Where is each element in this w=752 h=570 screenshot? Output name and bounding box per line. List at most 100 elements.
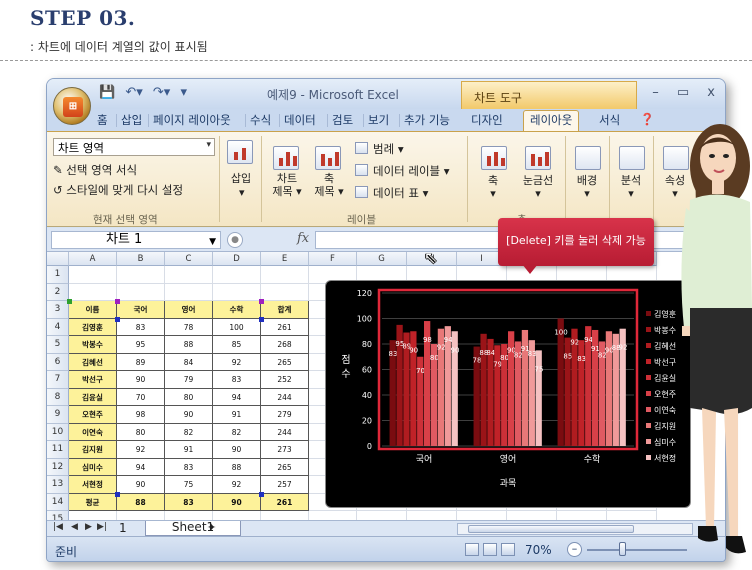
row-header[interactable]: 4 (47, 318, 69, 336)
table-cell[interactable]: 265 (261, 353, 309, 371)
range-selection-handle[interactable] (259, 316, 264, 322)
column-header[interactable]: E (261, 252, 309, 266)
row-header[interactable]: 2 (47, 283, 69, 301)
table-cell[interactable]: 김지원 (69, 441, 117, 459)
customize-qat-icon[interactable]: ▾ (180, 85, 187, 100)
table-cell[interactable]: 91 (165, 441, 213, 459)
insert-button[interactable]: 삽입 (225, 170, 257, 186)
grid-cell[interactable] (117, 283, 165, 301)
table-cell[interactable]: 88 (213, 458, 261, 476)
row-header[interactable]: 8 (47, 388, 69, 406)
table-cell[interactable]: 261 (261, 318, 309, 336)
table-cell[interactable]: 257 (261, 476, 309, 494)
table-cell[interactable]: 서현정 (69, 476, 117, 494)
table-cell[interactable]: 261 (261, 493, 309, 511)
table-header-cell[interactable]: 영어 (165, 301, 213, 319)
row-header[interactable]: 12 (47, 458, 69, 476)
table-cell[interactable]: 100 (213, 318, 261, 336)
tab-addins[interactable]: 추가 기능 (404, 112, 450, 128)
table-cell[interactable]: 265 (261, 458, 309, 476)
table-cell[interactable]: 83 (213, 371, 261, 389)
column-header[interactable]: C (165, 252, 213, 266)
table-cell[interactable]: 오현주 (69, 406, 117, 424)
range-selection-handle[interactable] (115, 316, 120, 322)
grid-cell[interactable] (165, 283, 213, 301)
select-all-corner[interactable] (47, 252, 69, 266)
table-cell[interactable]: 90 (117, 476, 165, 494)
close-button[interactable]: x (707, 85, 715, 100)
table-cell[interactable]: 92 (117, 441, 165, 459)
table-cell[interactable]: 80 (165, 388, 213, 406)
insert-sheet-icon[interactable]: ✦ (207, 521, 216, 534)
grid-cell[interactable] (213, 283, 261, 301)
table-header-cell[interactable]: 국어 (117, 301, 165, 319)
table-cell[interactable]: 89 (117, 353, 165, 371)
zoom-slider[interactable] (587, 549, 687, 551)
table-cell[interactable]: 84 (165, 353, 213, 371)
help-icon[interactable]: ❓ (640, 112, 654, 126)
range-selection-handle[interactable] (67, 299, 72, 304)
name-box[interactable]: 차트 1 ▼ (51, 231, 221, 249)
grid-cell[interactable] (117, 266, 165, 284)
grid-cell[interactable] (69, 266, 117, 284)
row-header[interactable]: 3 (47, 301, 69, 319)
fx-icon[interactable]: fx (297, 231, 309, 246)
table-cell[interactable]: 90 (213, 493, 261, 511)
table-cell[interactable]: 김윤실 (69, 388, 117, 406)
table-cell[interactable]: 70 (117, 388, 165, 406)
table-cell[interactable]: 83 (165, 458, 213, 476)
tab-insert[interactable]: 삽입 (121, 112, 142, 128)
table-cell[interactable]: 79 (165, 371, 213, 389)
grid-cell[interactable] (165, 266, 213, 284)
format-selection-button[interactable]: ✎ 선택 영역 서식 (53, 162, 137, 178)
sheet-tab-partial[interactable]: 1 (119, 521, 127, 535)
range-selection-handle[interactable] (115, 299, 120, 304)
table-cell[interactable]: 279 (261, 406, 309, 424)
chart-elements-dropdown[interactable]: 차트 영역 ▾ (53, 138, 215, 156)
table-cell[interactable]: 이연숙 (69, 423, 117, 441)
normal-view-icon[interactable] (465, 543, 479, 556)
column-header[interactable]: G (357, 252, 407, 266)
minimize-button[interactable]: – (652, 85, 659, 100)
save-icon[interactable]: 💾 (99, 85, 115, 100)
tab-review[interactable]: 검토 (332, 112, 353, 128)
data-table-button[interactable]: 데이터 표 ▾ (373, 185, 428, 201)
row-header[interactable]: 13 (47, 476, 69, 494)
scrollbar-thumb[interactable] (468, 525, 634, 533)
grid-cell[interactable] (69, 283, 117, 301)
table-header-cell[interactable]: 합계 (261, 301, 309, 319)
background-button[interactable]: 배경 ▾ (567, 174, 607, 200)
table-cell[interactable]: 90 (165, 406, 213, 424)
analysis-button[interactable]: 분석 ▾ (611, 174, 651, 200)
tab-design[interactable]: 디자인 (471, 112, 503, 128)
chart-title-button[interactable]: 차트 제목 ▾ (265, 172, 309, 198)
table-cell[interactable]: 94 (213, 388, 261, 406)
table-cell[interactable]: 92 (213, 353, 261, 371)
axes-button[interactable]: 축 ▾ (477, 174, 509, 200)
table-cell[interactable]: 75 (165, 476, 213, 494)
tab-format[interactable]: 서식 (599, 112, 620, 128)
table-cell[interactable]: 273 (261, 441, 309, 459)
table-cell[interactable]: 244 (261, 388, 309, 406)
table-cell[interactable]: 평균 (69, 493, 117, 511)
horizontal-scrollbar[interactable] (457, 523, 693, 535)
maximize-button[interactable]: ▭ (677, 85, 689, 100)
table-cell[interactable]: 80 (117, 423, 165, 441)
table-cell[interactable]: 90 (213, 441, 261, 459)
table-cell[interactable]: 95 (117, 336, 165, 354)
table-cell[interactable]: 92 (213, 476, 261, 494)
reset-style-button[interactable]: ↺ 스타일에 맞게 다시 설정 (53, 182, 183, 198)
row-header[interactable]: 9 (47, 406, 69, 424)
tab-data[interactable]: 데이터 (284, 112, 316, 128)
next-sheet-icon[interactable]: ▶ (85, 522, 92, 532)
table-cell[interactable]: 82 (213, 423, 261, 441)
first-sheet-icon[interactable]: |◀ (53, 522, 63, 532)
axis-title-button[interactable]: 축 제목 ▾ (309, 172, 349, 198)
tab-page-layout[interactable]: 페이지 레이아웃 (153, 112, 231, 128)
table-cell[interactable]: 252 (261, 371, 309, 389)
table-cell[interactable]: 심미수 (69, 458, 117, 476)
table-cell[interactable]: 박봉수 (69, 336, 117, 354)
tab-view[interactable]: 보기 (368, 112, 389, 128)
column-header[interactable]: D (213, 252, 261, 266)
redo-icon[interactable]: ↷▾ (153, 85, 170, 100)
